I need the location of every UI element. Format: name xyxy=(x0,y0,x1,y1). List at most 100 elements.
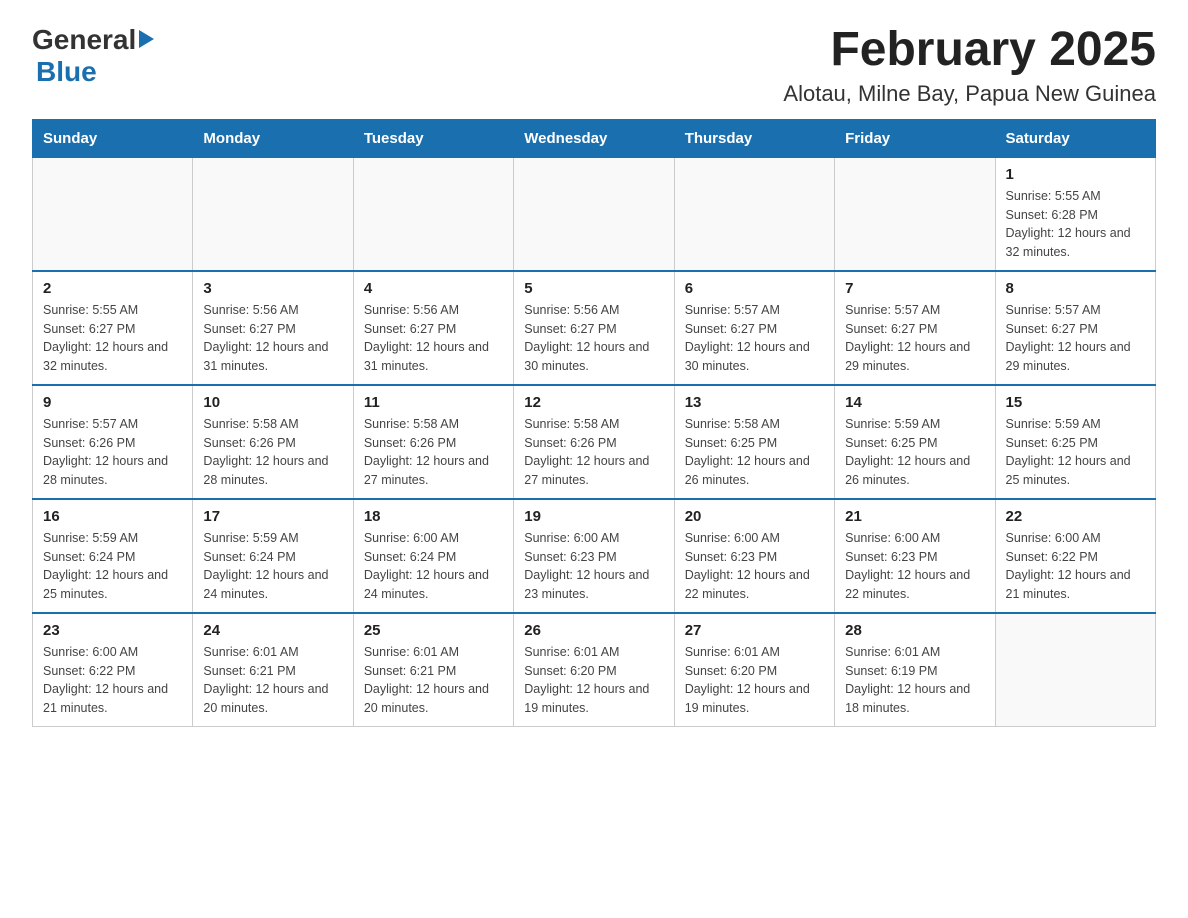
day-number: 15 xyxy=(1006,394,1145,411)
day-number: 27 xyxy=(685,622,824,639)
day-number: 22 xyxy=(1006,508,1145,525)
weekday-header-sunday: Sunday xyxy=(33,119,193,157)
day-info: Sunrise: 5:58 AMSunset: 6:26 PMDaylight:… xyxy=(524,415,663,490)
day-info: Sunrise: 5:58 AMSunset: 6:26 PMDaylight:… xyxy=(364,415,503,490)
logo-triangle-icon xyxy=(139,30,154,48)
calendar-cell-week5-day3: 25 Sunrise: 6:01 AMSunset: 6:21 PMDayligh… xyxy=(353,613,513,727)
day-info: Sunrise: 6:01 AMSunset: 6:21 PMDaylight:… xyxy=(203,643,342,718)
day-info: Sunrise: 6:00 AMSunset: 6:24 PMDaylight:… xyxy=(364,529,503,604)
weekday-header-wednesday: Wednesday xyxy=(514,119,674,157)
logo-blue-text: Blue xyxy=(36,56,97,88)
day-number: 3 xyxy=(203,280,342,297)
day-info: Sunrise: 6:00 AMSunset: 6:23 PMDaylight:… xyxy=(524,529,663,604)
day-number: 18 xyxy=(364,508,503,525)
calendar-cell-week5-day7 xyxy=(995,613,1155,727)
day-number: 2 xyxy=(43,280,182,297)
day-number: 14 xyxy=(845,394,984,411)
day-number: 25 xyxy=(364,622,503,639)
calendar-cell-week2-day5: 6 Sunrise: 5:57 AMSunset: 6:27 PMDaylight… xyxy=(674,271,834,385)
calendar-cell-week3-day1: 9Sunrise: 5:57 AMSunset: 6:26 PMDaylight… xyxy=(33,385,193,499)
day-number: 16 xyxy=(43,508,182,525)
day-number: 13 xyxy=(685,394,824,411)
calendar-table: SundayMondayTuesdayWednesdayThursdayFrid… xyxy=(32,119,1156,727)
logo: General Blue xyxy=(32,24,154,88)
day-number: 20 xyxy=(685,508,824,525)
calendar-cell-week4-day4: 19 Sunrise: 6:00 AMSunset: 6:23 PMDayligh… xyxy=(514,499,674,613)
calendar-cell-week3-day5: 13Sunrise: 5:58 AMSunset: 6:25 PMDayligh… xyxy=(674,385,834,499)
day-info: Sunrise: 5:57 AMSunset: 6:27 PMDaylight:… xyxy=(1006,301,1145,376)
location-title: Alotau, Milne Bay, Papua New Guinea xyxy=(783,81,1156,107)
week-row-3: 9Sunrise: 5:57 AMSunset: 6:26 PMDaylight… xyxy=(33,385,1156,499)
page-header: General Blue February 2025 Alotau, Milne… xyxy=(32,24,1156,107)
day-number: 6 xyxy=(685,280,824,297)
day-number: 19 xyxy=(524,508,663,525)
day-info: Sunrise: 5:57 AMSunset: 6:27 PMDaylight:… xyxy=(845,301,984,376)
day-info: Sunrise: 6:01 AMSunset: 6:21 PMDaylight:… xyxy=(364,643,503,718)
calendar-cell-week1-day4 xyxy=(514,157,674,271)
logo-general-text: General xyxy=(32,24,136,56)
week-row-1: 1 Sunrise: 5:55 AMSunset: 6:28 PMDaylight… xyxy=(33,157,1156,271)
calendar-cell-week3-day6: 14 Sunrise: 5:59 AMSunset: 6:25 PMDayligh… xyxy=(835,385,995,499)
calendar-cell-week5-day1: 23 Sunrise: 6:00 AMSunset: 6:22 PMDayligh… xyxy=(33,613,193,727)
weekday-header-friday: Friday xyxy=(835,119,995,157)
calendar-cell-week3-day4: 12 Sunrise: 5:58 AMSunset: 6:26 PMDayligh… xyxy=(514,385,674,499)
day-info: Sunrise: 6:01 AMSunset: 6:19 PMDaylight:… xyxy=(845,643,984,718)
calendar-cell-week2-day1: 2 Sunrise: 5:55 AMSunset: 6:27 PMDaylight… xyxy=(33,271,193,385)
day-info: Sunrise: 5:55 AMSunset: 6:28 PMDaylight:… xyxy=(1006,187,1145,262)
weekday-header-tuesday: Tuesday xyxy=(353,119,513,157)
day-info: Sunrise: 6:00 AMSunset: 6:23 PMDaylight:… xyxy=(685,529,824,604)
day-info: Sunrise: 5:56 AMSunset: 6:27 PMDaylight:… xyxy=(364,301,503,376)
day-info: Sunrise: 5:58 AMSunset: 6:26 PMDaylight:… xyxy=(203,415,342,490)
day-number: 1 xyxy=(1006,166,1145,183)
calendar-cell-week4-day6: 21 Sunrise: 6:00 AMSunset: 6:23 PMDayligh… xyxy=(835,499,995,613)
weekday-header-row: SundayMondayTuesdayWednesdayThursdayFrid… xyxy=(33,119,1156,157)
calendar-cell-week3-day2: 10 Sunrise: 5:58 AMSunset: 6:26 PMDayligh… xyxy=(193,385,353,499)
day-info: Sunrise: 5:57 AMSunset: 6:26 PMDaylight:… xyxy=(43,415,182,490)
day-info: Sunrise: 5:59 AMSunset: 6:24 PMDaylight:… xyxy=(203,529,342,604)
day-number: 21 xyxy=(845,508,984,525)
calendar-cell-week3-day7: 15 Sunrise: 5:59 AMSunset: 6:25 PMDayligh… xyxy=(995,385,1155,499)
calendar-cell-week4-day5: 20 Sunrise: 6:00 AMSunset: 6:23 PMDayligh… xyxy=(674,499,834,613)
calendar-cell-week5-day6: 28 Sunrise: 6:01 AMSunset: 6:19 PMDayligh… xyxy=(835,613,995,727)
day-info: Sunrise: 6:01 AMSunset: 6:20 PMDaylight:… xyxy=(685,643,824,718)
title-block: February 2025 Alotau, Milne Bay, Papua N… xyxy=(783,24,1156,107)
calendar-cell-week1-day2 xyxy=(193,157,353,271)
day-number: 23 xyxy=(43,622,182,639)
day-info: Sunrise: 6:00 AMSunset: 6:22 PMDaylight:… xyxy=(43,643,182,718)
calendar-cell-week5-day5: 27 Sunrise: 6:01 AMSunset: 6:20 PMDayligh… xyxy=(674,613,834,727)
week-row-2: 2 Sunrise: 5:55 AMSunset: 6:27 PMDaylight… xyxy=(33,271,1156,385)
day-info: Sunrise: 6:00 AMSunset: 6:22 PMDaylight:… xyxy=(1006,529,1145,604)
day-info: Sunrise: 6:00 AMSunset: 6:23 PMDaylight:… xyxy=(845,529,984,604)
calendar-cell-week4-day3: 18 Sunrise: 6:00 AMSunset: 6:24 PMDayligh… xyxy=(353,499,513,613)
day-number: 11 xyxy=(364,394,503,411)
calendar-cell-week4-day2: 17 Sunrise: 5:59 AMSunset: 6:24 PMDayligh… xyxy=(193,499,353,613)
day-info: Sunrise: 5:57 AMSunset: 6:27 PMDaylight:… xyxy=(685,301,824,376)
day-info: Sunrise: 5:59 AMSunset: 6:24 PMDaylight:… xyxy=(43,529,182,604)
day-info: Sunrise: 5:56 AMSunset: 6:27 PMDaylight:… xyxy=(524,301,663,376)
day-info: Sunrise: 5:59 AMSunset: 6:25 PMDaylight:… xyxy=(845,415,984,490)
calendar-cell-week1-day3 xyxy=(353,157,513,271)
day-number: 5 xyxy=(524,280,663,297)
day-number: 10 xyxy=(203,394,342,411)
day-number: 17 xyxy=(203,508,342,525)
day-info: Sunrise: 5:59 AMSunset: 6:25 PMDaylight:… xyxy=(1006,415,1145,490)
weekday-header-saturday: Saturday xyxy=(995,119,1155,157)
calendar-cell-week2-day4: 5 Sunrise: 5:56 AMSunset: 6:27 PMDaylight… xyxy=(514,271,674,385)
calendar-cell-week1-day6 xyxy=(835,157,995,271)
day-info: Sunrise: 5:55 AMSunset: 6:27 PMDaylight:… xyxy=(43,301,182,376)
day-number: 4 xyxy=(364,280,503,297)
calendar-cell-week3-day3: 11 Sunrise: 5:58 AMSunset: 6:26 PMDayligh… xyxy=(353,385,513,499)
calendar-cell-week2-day7: 8Sunrise: 5:57 AMSunset: 6:27 PMDaylight… xyxy=(995,271,1155,385)
week-row-5: 23 Sunrise: 6:00 AMSunset: 6:22 PMDayligh… xyxy=(33,613,1156,727)
day-number: 28 xyxy=(845,622,984,639)
calendar-cell-week2-day6: 7Sunrise: 5:57 AMSunset: 6:27 PMDaylight… xyxy=(835,271,995,385)
day-info: Sunrise: 5:56 AMSunset: 6:27 PMDaylight:… xyxy=(203,301,342,376)
day-number: 24 xyxy=(203,622,342,639)
weekday-header-monday: Monday xyxy=(193,119,353,157)
calendar-cell-week1-day5 xyxy=(674,157,834,271)
calendar-cell-week1-day1 xyxy=(33,157,193,271)
calendar-cell-week5-day2: 24 Sunrise: 6:01 AMSunset: 6:21 PMDayligh… xyxy=(193,613,353,727)
calendar-cell-week5-day4: 26Sunrise: 6:01 AMSunset: 6:20 PMDayligh… xyxy=(514,613,674,727)
day-number: 12 xyxy=(524,394,663,411)
week-row-4: 16 Sunrise: 5:59 AMSunset: 6:24 PMDayligh… xyxy=(33,499,1156,613)
